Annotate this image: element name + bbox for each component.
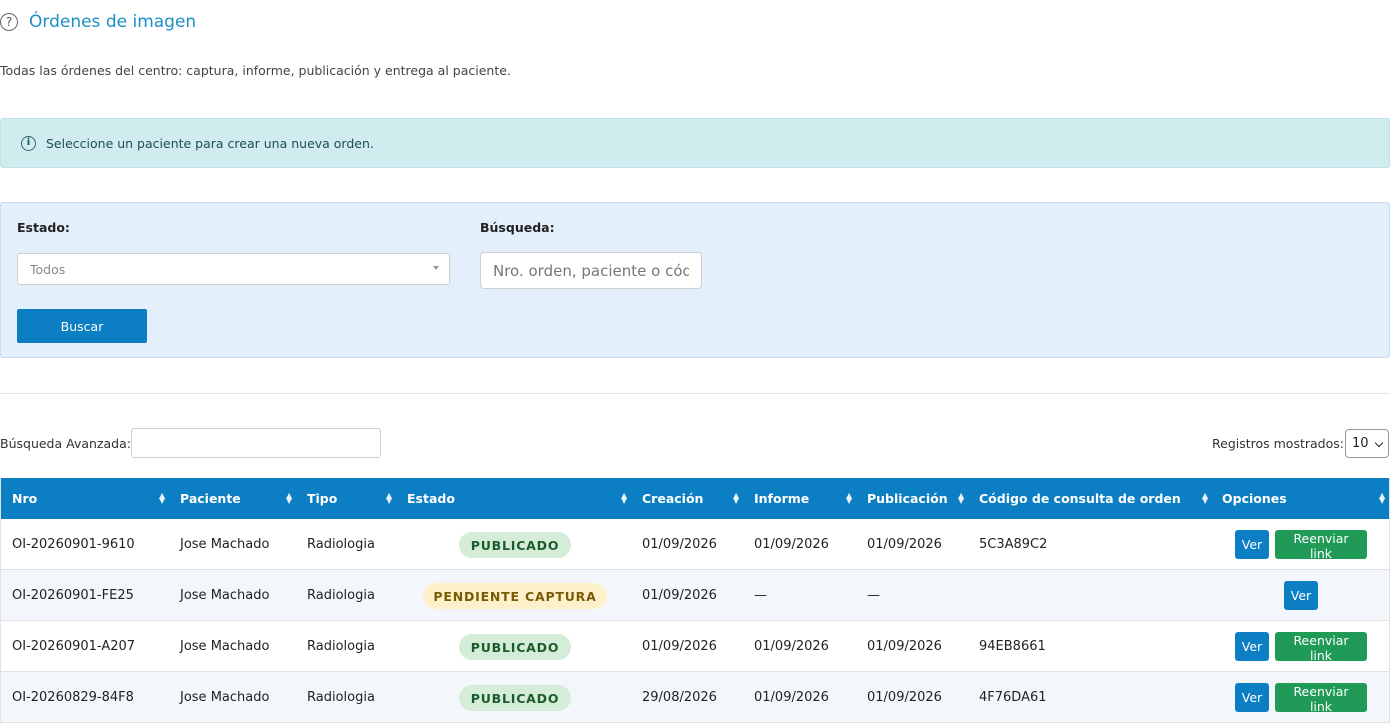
cell-publicacion: 01/09/2026 — [867, 690, 942, 705]
cell-paciente: Jose Machado — [180, 588, 270, 603]
column-header-informe[interactable]: Informe — [754, 478, 809, 519]
reenviar-link-button[interactable]: Reenviar link — [1275, 683, 1367, 714]
cell-tipo: Radiologia — [307, 537, 375, 552]
table-row: OI-20260901-FE25 Jose Machado Radiologia… — [1, 570, 1389, 621]
orders-table: Nro ▲ ▼ Paciente ▲ ▼ Tipo ▲ ▼ Estado ▲ ▼ Cre… — [0, 478, 1390, 723]
status-badge: PENDIENTE CAPTURA — [423, 583, 607, 609]
cell-creacion: 01/09/2026 — [642, 588, 717, 603]
cell-nro: OI-20260829-84F8 — [12, 690, 134, 705]
status-badge: PUBLICADO — [459, 634, 571, 660]
sort-icon[interactable]: ▲ ▼ — [1379, 492, 1385, 505]
estado-select-value: Todos — [30, 261, 66, 277]
cell-paciente: Jose Machado — [180, 639, 270, 654]
cell-codigo: 5C3A89C2 — [979, 537, 1048, 552]
column-header-paciente[interactable]: Paciente — [180, 478, 241, 519]
filter-panel: Estado: Todos Búsqueda: Buscar — [0, 202, 1390, 358]
records-shown-select[interactable]: 10 — [1345, 429, 1389, 458]
advanced-search-input[interactable] — [131, 428, 381, 458]
divider — [0, 393, 1390, 394]
cell-creacion: 01/09/2026 — [642, 639, 717, 654]
cell-codigo: 4F76DA61 — [979, 690, 1047, 705]
table-row: OI-20260829-84F8 Jose Machado Radiologia… — [1, 672, 1389, 723]
busqueda-label: Búsqueda: — [480, 220, 555, 235]
advanced-search-label: Búsqueda Avanzada: — [0, 436, 131, 451]
cell-informe: 01/09/2026 — [754, 639, 829, 654]
sort-icon[interactable]: ▲ ▼ — [286, 492, 292, 505]
cell-publicacion: — — [867, 588, 880, 603]
cell-creacion: 01/09/2026 — [642, 537, 717, 552]
table-header: Nro ▲ ▼ Paciente ▲ ▼ Tipo ▲ ▼ Estado ▲ ▼ Cre… — [1, 478, 1389, 519]
status-badge: PUBLICADO — [459, 685, 571, 711]
column-header-estado[interactable]: Estado — [407, 478, 455, 519]
search-input[interactable] — [480, 252, 702, 289]
status-badge: PUBLICADO — [459, 532, 571, 558]
table-row: OI-20260901-9610 Jose Machado Radiologia… — [1, 519, 1389, 570]
estado-label: Estado: — [17, 220, 70, 235]
ver-button[interactable]: Ver — [1235, 683, 1269, 712]
page-title: Órdenes de imagen — [29, 12, 197, 32]
cell-paciente: Jose Machado — [180, 690, 270, 705]
sort-icon[interactable]: ▲ ▼ — [386, 492, 392, 505]
sort-icon[interactable]: ▲ ▼ — [846, 492, 852, 505]
cell-publicacion: 01/09/2026 — [867, 639, 942, 654]
cell-informe: — — [754, 588, 767, 603]
help-icon[interactable]: ? — [0, 13, 18, 31]
reenviar-link-button[interactable]: Reenviar link — [1275, 632, 1367, 663]
column-header-publicacion[interactable]: Publicación — [867, 478, 948, 519]
ver-button[interactable]: Ver — [1284, 581, 1318, 610]
cell-creacion: 29/08/2026 — [642, 690, 717, 705]
buscar-button[interactable]: Buscar — [17, 309, 147, 343]
sort-icon[interactable]: ▲ ▼ — [733, 492, 739, 505]
chevron-down-icon — [433, 266, 439, 270]
estado-select[interactable]: Todos — [17, 253, 450, 285]
cell-publicacion: 01/09/2026 — [867, 537, 942, 552]
page-subtitle: Todas las órdenes del centro: captura, i… — [0, 63, 511, 78]
cell-informe: 01/09/2026 — [754, 690, 829, 705]
table-row: OI-20260901-A207 Jose Machado Radiologia… — [1, 621, 1389, 672]
cell-codigo: 94EB8661 — [979, 639, 1046, 654]
cell-nro: OI-20260901-A207 — [12, 639, 136, 654]
cell-tipo: Radiologia — [307, 588, 375, 603]
cell-tipo: Radiologia — [307, 690, 375, 705]
column-header-tipo[interactable]: Tipo — [307, 478, 337, 519]
cell-nro: OI-20260901-9610 — [12, 537, 135, 552]
reenviar-link-button[interactable]: Reenviar link — [1275, 530, 1367, 561]
column-header-opciones[interactable]: Opciones — [1222, 478, 1287, 519]
sort-icon[interactable]: ▲ ▼ — [621, 492, 627, 505]
column-header-nro[interactable]: Nro — [12, 478, 37, 519]
info-alert: i Seleccione un paciente para crear una … — [0, 118, 1390, 168]
chevron-down-icon — [1374, 438, 1384, 448]
ver-button[interactable]: Ver — [1235, 632, 1269, 661]
ver-button[interactable]: Ver — [1235, 530, 1269, 559]
cell-informe: 01/09/2026 — [754, 537, 829, 552]
cell-paciente: Jose Machado — [180, 537, 270, 552]
cell-nro: OI-20260901-FE25 — [12, 588, 134, 603]
info-icon: i — [21, 135, 36, 151]
sort-icon[interactable]: ▲ ▼ — [958, 492, 964, 505]
sort-icon[interactable]: ▲ ▼ — [1202, 492, 1208, 505]
records-shown-value: 10 — [1352, 436, 1369, 451]
records-shown-label: Registros mostrados: — [1212, 436, 1344, 451]
column-header-codigo[interactable]: Código de consulta de orden — [979, 478, 1181, 519]
page-header: ? Órdenes de imagen — [0, 10, 196, 34]
sort-icon[interactable]: ▲ ▼ — [159, 492, 165, 505]
column-header-creacion[interactable]: Creación — [642, 478, 703, 519]
cell-tipo: Radiologia — [307, 639, 375, 654]
alert-text: Seleccione un paciente para crear una nu… — [46, 135, 374, 151]
